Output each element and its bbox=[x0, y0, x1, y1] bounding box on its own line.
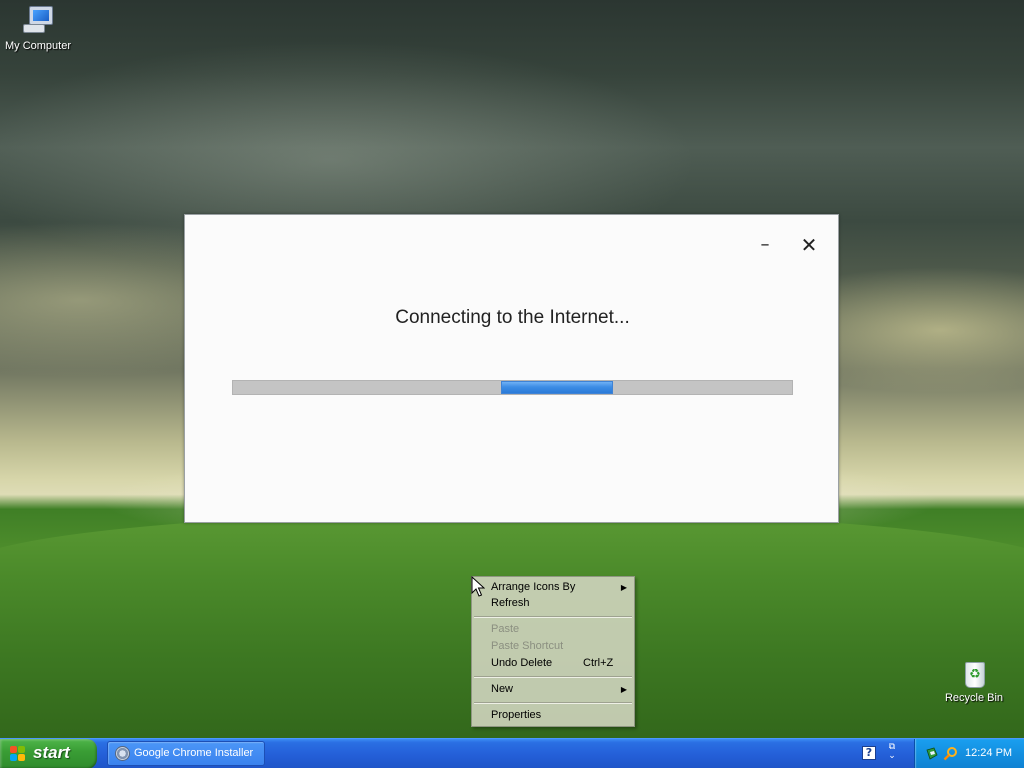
menu-separator bbox=[474, 616, 632, 618]
menu-item-label: Refresh bbox=[491, 597, 530, 609]
menu-item-label: Paste bbox=[491, 623, 520, 635]
minimize-button[interactable]: – bbox=[751, 231, 779, 259]
desktop-context-menu: Arrange Icons By ▶ Refresh Paste Paste S… bbox=[471, 576, 635, 727]
mouse-cursor-icon bbox=[471, 576, 485, 597]
taskbar-button-chrome-installer[interactable]: Google Chrome Installer bbox=[107, 741, 265, 766]
recycle-bin-icon: ♻ bbox=[957, 656, 991, 690]
taskbar-button-label: Google Chrome Installer bbox=[134, 747, 254, 759]
my-computer-icon bbox=[21, 4, 55, 38]
network-icon[interactable] bbox=[925, 747, 939, 761]
menu-separator bbox=[474, 702, 632, 704]
submenu-arrow-icon: ▶ bbox=[620, 583, 627, 592]
menu-item-label: Paste Shortcut bbox=[491, 640, 564, 652]
desktop-icon-recycle-bin[interactable]: ♻ Recycle Bin bbox=[936, 656, 1012, 704]
system-tray: 12:24 PM bbox=[914, 739, 1024, 768]
menu-item-refresh[interactable]: Refresh bbox=[473, 595, 633, 612]
menu-item-shortcut: Ctrl+Z bbox=[583, 657, 614, 669]
menu-item-label: New bbox=[491, 683, 514, 695]
desktop-icon-label: Recycle Bin bbox=[944, 692, 1004, 704]
installer-status-text: Connecting to the Internet... bbox=[395, 307, 630, 328]
submenu-arrow-icon: ▶ bbox=[620, 685, 627, 694]
windows-logo-icon bbox=[10, 746, 26, 762]
show-desktop-toggle-icon[interactable]: ⧉ ⌄ bbox=[886, 743, 898, 763]
menu-item-new[interactable]: New ▶ bbox=[473, 681, 633, 698]
menu-item-label: Properties bbox=[491, 709, 542, 721]
menu-item-undo-delete[interactable]: Undo Delete Ctrl+Z bbox=[473, 655, 633, 672]
progress-bar bbox=[232, 380, 793, 395]
menu-item-paste-shortcut[interactable]: Paste Shortcut bbox=[473, 638, 633, 655]
taskbar: start Google Chrome Installer ? ⧉ ⌄ 12:24… bbox=[0, 738, 1024, 768]
menu-item-label: Arrange Icons By bbox=[491, 581, 576, 593]
desktop-icon-my-computer[interactable]: My Computer bbox=[0, 4, 76, 52]
menu-item-properties[interactable]: Properties bbox=[473, 707, 633, 724]
progress-bar-indicator bbox=[501, 381, 613, 394]
menu-item-paste[interactable]: Paste bbox=[473, 621, 633, 638]
installer-dialog: – ✕ Connecting to the Internet... bbox=[184, 214, 839, 523]
help-icon[interactable]: ? bbox=[862, 746, 876, 760]
menu-item-label: Undo Delete bbox=[491, 657, 553, 669]
close-button[interactable]: ✕ bbox=[795, 231, 823, 259]
installer-icon bbox=[115, 746, 130, 761]
menu-item-arrange-icons-by[interactable]: Arrange Icons By ▶ bbox=[473, 579, 633, 596]
clock: 12:24 PM bbox=[965, 747, 1013, 759]
start-button[interactable]: start bbox=[0, 739, 97, 768]
search-icon[interactable] bbox=[943, 746, 958, 761]
start-label: start bbox=[33, 743, 70, 762]
desktop-icon-label: My Computer bbox=[4, 40, 72, 52]
menu-separator bbox=[474, 676, 632, 678]
